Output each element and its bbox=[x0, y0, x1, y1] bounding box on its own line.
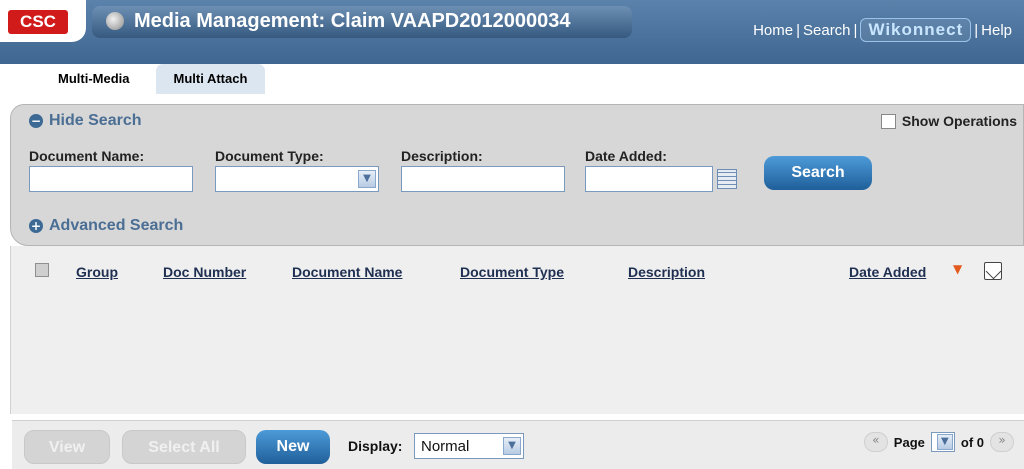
display-value: Normal bbox=[421, 438, 470, 455]
home-link[interactable]: Home bbox=[753, 22, 793, 39]
show-operations-label: Show Operations bbox=[901, 113, 1017, 129]
separator: | bbox=[796, 21, 800, 39]
description-input[interactable] bbox=[401, 166, 565, 192]
collapse-icon: − bbox=[29, 114, 43, 128]
header: CSC Media Management: Claim VAAPD2012000… bbox=[0, 0, 1024, 64]
tab-bar: Multi-Media Multi Attach bbox=[40, 64, 266, 94]
envelope-icon[interactable] bbox=[984, 262, 1002, 280]
date-added-label: Date Added: bbox=[585, 148, 667, 164]
pager: « Page ▼ of 0 » bbox=[863, 432, 1014, 452]
description-label: Description: bbox=[401, 148, 483, 164]
show-operations-checkbox[interactable] bbox=[880, 113, 896, 129]
col-description[interactable]: Description bbox=[628, 264, 705, 280]
document-name-label: Document Name: bbox=[29, 148, 145, 164]
previous-page-icon[interactable]: « bbox=[863, 432, 888, 452]
chevron-down-icon[interactable]: ▼ bbox=[358, 170, 376, 188]
col-doc-number[interactable]: Doc Number bbox=[163, 264, 246, 280]
chevron-down-icon[interactable]: ▼ bbox=[936, 434, 953, 450]
display-label: Display: bbox=[348, 438, 403, 454]
search-link[interactable]: Search bbox=[803, 22, 851, 39]
col-group[interactable]: Group bbox=[76, 264, 118, 280]
top-links: Home | Search | Wikonnect | Help bbox=[753, 18, 1012, 42]
select-all-checkbox[interactable] bbox=[35, 263, 49, 277]
expand-icon: + bbox=[29, 219, 43, 233]
document-type-select[interactable]: ▼ bbox=[215, 166, 379, 192]
document-name-input[interactable] bbox=[29, 166, 193, 192]
col-date-added[interactable]: Date Added bbox=[849, 264, 926, 280]
globe-icon bbox=[106, 12, 124, 30]
date-added-input[interactable] bbox=[585, 166, 713, 192]
sort-desc-icon: ▼ bbox=[953, 262, 963, 276]
hide-search-toggle[interactable]: − Hide Search bbox=[29, 112, 141, 130]
chevron-down-icon[interactable]: ▼ bbox=[503, 437, 521, 455]
tab-multi-attach[interactable]: Multi Attach bbox=[155, 64, 266, 94]
show-operations: Show Operations bbox=[880, 113, 1017, 129]
page-of: of 0 bbox=[960, 434, 984, 450]
col-document-name[interactable]: Document Name bbox=[292, 264, 402, 280]
display-select[interactable]: Normal ▼ bbox=[414, 433, 524, 459]
page-label: Page bbox=[893, 434, 925, 450]
logo-box: CSC bbox=[0, 0, 86, 42]
search-button[interactable]: Search bbox=[764, 156, 872, 190]
wikonnect-link[interactable]: Wikonnect bbox=[860, 18, 972, 42]
calendar-icon[interactable] bbox=[717, 169, 737, 189]
csc-logo: CSC bbox=[8, 10, 68, 34]
view-button[interactable]: View bbox=[24, 430, 110, 464]
document-type-label: Document Type: bbox=[215, 148, 324, 164]
results-grid: Group Doc Number Document Name Document … bbox=[10, 246, 1024, 414]
hide-search-label: Hide Search bbox=[49, 112, 142, 129]
advanced-search-label: Advanced Search bbox=[49, 217, 184, 234]
select-all-button[interactable]: Select All bbox=[122, 430, 246, 464]
new-button[interactable]: New bbox=[256, 430, 330, 464]
col-document-type[interactable]: Document Type bbox=[460, 264, 564, 280]
next-page-icon[interactable]: » bbox=[990, 432, 1014, 452]
grid-header: Group Doc Number Document Name Document … bbox=[11, 246, 1024, 296]
advanced-search-toggle[interactable]: + Advanced Search bbox=[29, 217, 183, 235]
help-link[interactable]: Help bbox=[981, 22, 1012, 39]
tab-multi-media[interactable]: Multi-Media bbox=[40, 64, 148, 94]
separator: | bbox=[974, 21, 979, 39]
page-select[interactable]: ▼ bbox=[930, 432, 955, 452]
page-title: Media Management: Claim VAAPD2012000034 bbox=[134, 10, 571, 32]
separator: | bbox=[853, 21, 858, 39]
